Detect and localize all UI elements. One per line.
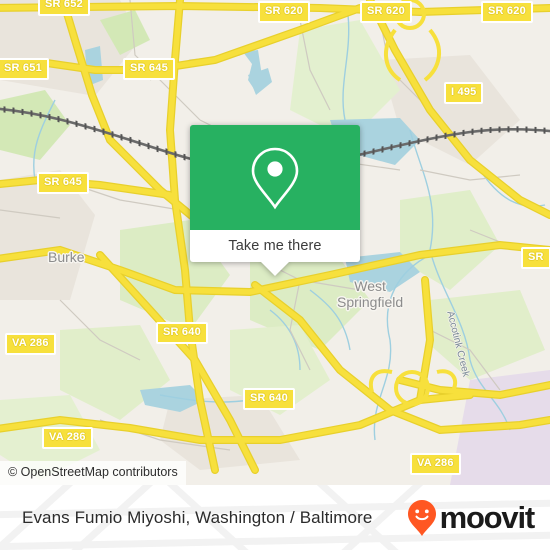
footer-bar: Evans Fumio Miyoshi, Washington / Baltim… (0, 485, 550, 550)
map-canvas[interactable]: SR 652 SR 620 SR 620 SR 620 SR 651 SR 645 I 49… (0, 0, 550, 485)
road-shield: I 495 (444, 82, 484, 104)
map-attribution[interactable]: © OpenStreetMap contributors (0, 461, 186, 485)
road-shield: SR 620 (481, 1, 533, 23)
road-shield: SR 620 (360, 1, 412, 23)
road-shield: SR (521, 247, 550, 269)
location-callout[interactable]: Take me there (190, 125, 360, 276)
map-pin-icon (251, 147, 299, 209)
road-shield: SR 651 (0, 58, 49, 80)
road-shield: SR 640 (243, 388, 295, 410)
road-shield: SR 652 (38, 0, 90, 16)
place-label: Burke (48, 249, 85, 265)
take-me-there-button[interactable]: Take me there (190, 230, 360, 262)
moovit-location-card: SR 652 SR 620 SR 620 SR 620 SR 651 SR 645 I 49… (0, 0, 550, 550)
location-title: Evans Fumio Miyoshi, Washington / Baltim… (22, 507, 373, 527)
road-shield: VA 286 (5, 333, 56, 355)
road-shield: SR 645 (123, 58, 175, 80)
callout-pin-panel (190, 125, 360, 230)
callout-tail (261, 262, 289, 276)
road-shield: SR 640 (156, 322, 208, 344)
moovit-logo[interactable]: moovit (407, 485, 536, 550)
take-me-there-label: Take me there (228, 238, 322, 254)
road-shield: VA 286 (410, 453, 461, 475)
road-shield: SR 620 (258, 1, 310, 23)
place-label: West Springfield (337, 278, 404, 310)
road-shield: SR 645 (37, 172, 89, 194)
road-shield: VA 286 (42, 427, 93, 449)
moovit-pin-smile-icon (407, 499, 436, 536)
moovit-wordmark: moovit (439, 500, 536, 535)
